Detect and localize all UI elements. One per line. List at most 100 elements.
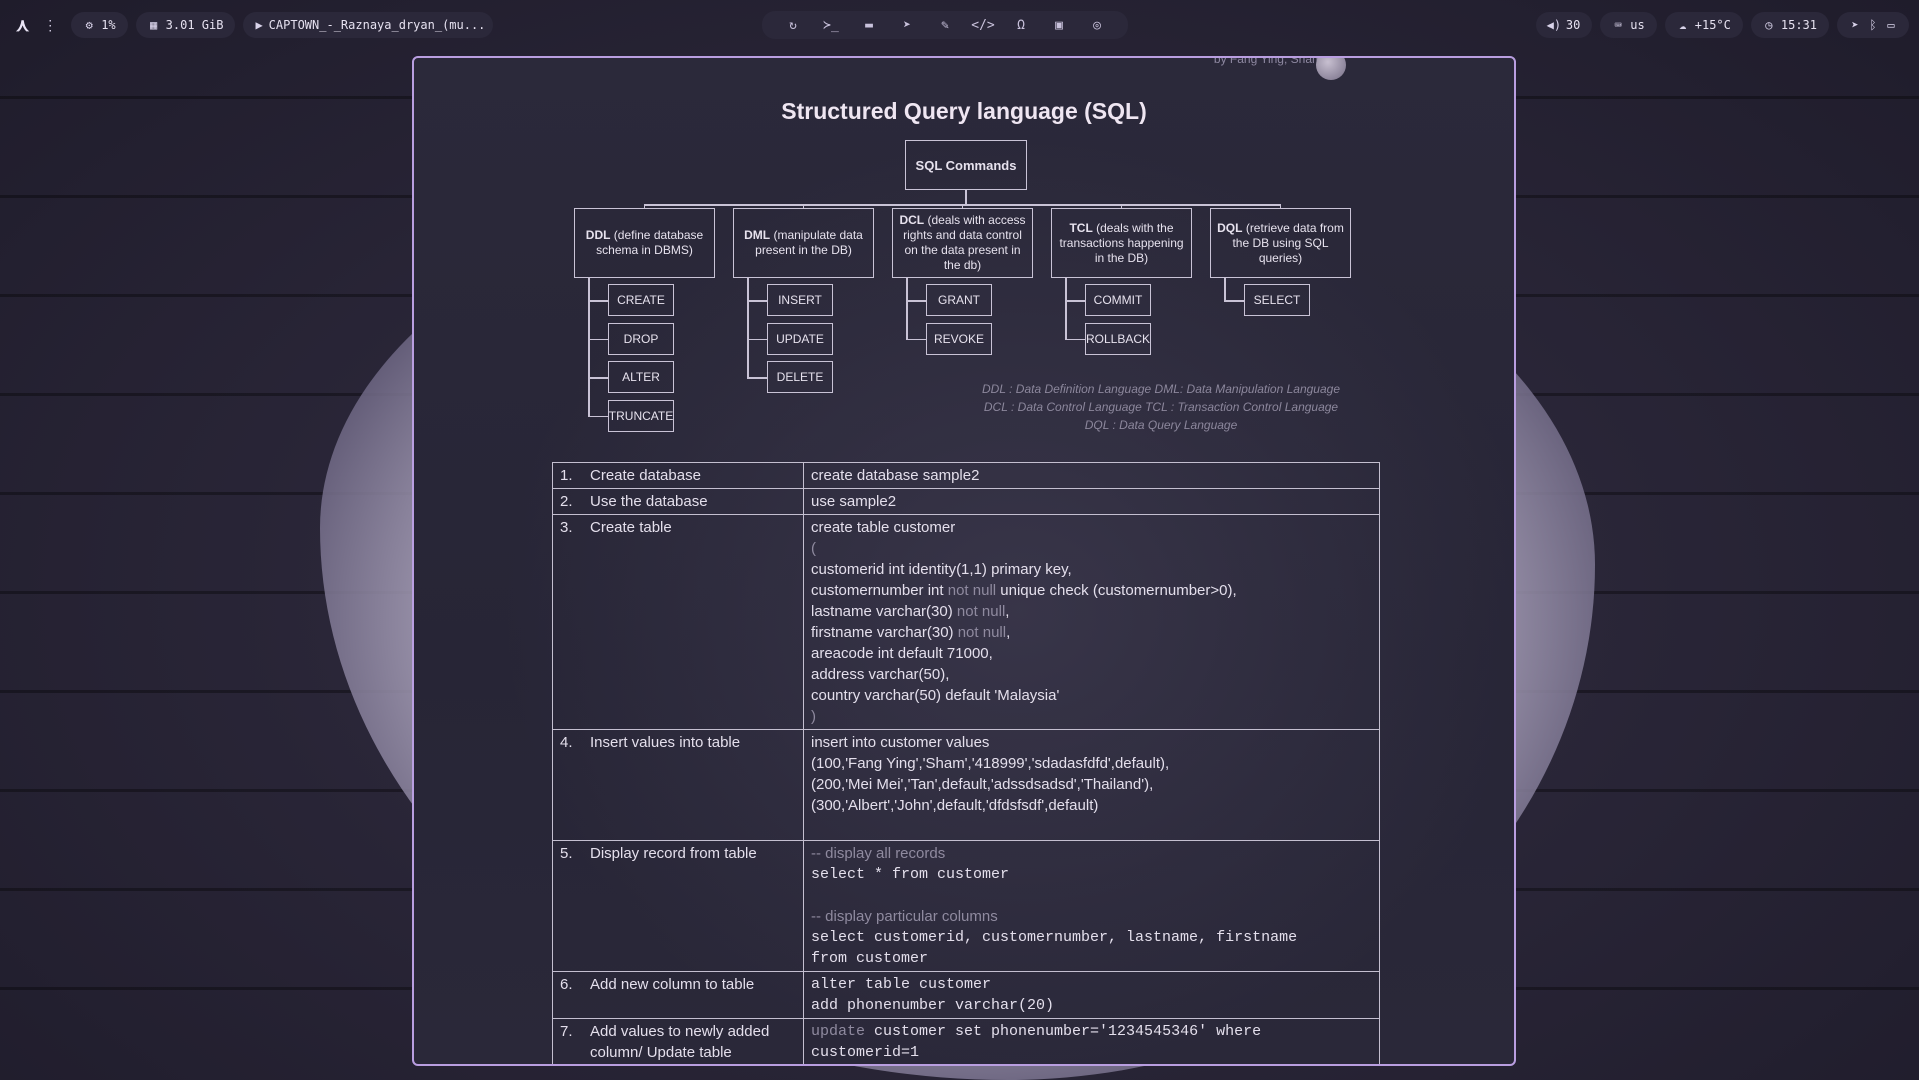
sql-line: customerid int identity(1,1) primary key… [811, 561, 1072, 578]
sql-line: -- display particular columns [811, 908, 998, 925]
step-label: Use the database [590, 493, 708, 510]
sql-line: use sample2 [811, 493, 897, 510]
refresh-icon[interactable]: ↻ [782, 14, 804, 36]
bluetooth-icon[interactable]: ᛒ [1867, 18, 1879, 32]
weather-widget[interactable]: ☁ +15°C [1664, 12, 1743, 38]
sql-line: ) [811, 708, 816, 725]
tray-widget[interactable]: ➤ ᛒ ▭ [1837, 12, 1909, 38]
step-label: Insert values into table [590, 734, 741, 751]
sql-code-cell: -- display all records select * from cust… [803, 840, 1380, 972]
sql-line: alter table customer [811, 976, 992, 993]
cpu-widget[interactable]: ⚙ 1% [71, 12, 128, 38]
step-number: 4. [560, 734, 573, 751]
sql-line [811, 885, 1372, 906]
sql-line: (300,'Albert','John',default,'dfdsfsdf',… [811, 797, 1099, 814]
connector-line [906, 338, 926, 340]
sql-line: country varchar(50) default 'Malaysia' [811, 687, 1060, 704]
step-number: 7. [560, 1023, 573, 1040]
clock-widget[interactable]: ◷ 15:31 [1750, 12, 1829, 38]
sql-line: -- display all records [811, 845, 946, 862]
command-drop: DROP [608, 322, 674, 355]
folder-icon[interactable]: ▬ [858, 14, 880, 36]
step-label: Create table [590, 519, 672, 536]
step-number: 3. [560, 519, 573, 536]
panel-left: ⋏ ⋮ ⚙ 1% ▦ 3.01 GiB ▶ CAPTOWN_-_Raznaya_… [10, 8, 494, 42]
sql-line: create table customer [811, 519, 956, 536]
connector-line [747, 377, 767, 379]
step-number: 2. [560, 493, 573, 510]
step-label: Add values to newly added column/ Update… [590, 1023, 770, 1061]
command-commit: COMMIT [1085, 284, 1151, 316]
volume-icon: ◀) [1546, 18, 1562, 32]
code-icon[interactable]: </> [971, 14, 994, 36]
volume-level: 30 [1565, 18, 1581, 32]
sql-line: areacode int default 71000, [811, 645, 993, 662]
sql-line: select * from customer [811, 866, 1010, 883]
memory-icon: ▦ [150, 18, 158, 32]
headphones-icon[interactable]: Ω [1010, 14, 1032, 36]
connector-line [1065, 278, 1067, 339]
sql-keyword: not null [957, 624, 1007, 641]
volume-widget[interactable]: ◀) 30 [1535, 12, 1593, 38]
image-icon[interactable]: ▣ [1048, 14, 1070, 36]
menu-dots-icon[interactable]: ⋮ [43, 17, 63, 34]
sql-line: update customer set phonenumber='1234545… [811, 1023, 1262, 1040]
step-number: 5. [560, 845, 573, 862]
connector-line [1224, 278, 1226, 300]
sql-keyword: not null [947, 582, 997, 599]
sql-line: update customer set phonenumber='4555465… [811, 1063, 1372, 1064]
table-row: 2. Use the database use sample2 [552, 488, 1380, 515]
sql-line: ( [811, 540, 816, 557]
memory-widget[interactable]: ▦ 3.01 GiB [135, 12, 236, 38]
sql-line: (100,'Fang Ying','Sham','418999','sdadas… [811, 755, 1170, 772]
legend-line: DQL : Data Query Language [1084, 418, 1238, 432]
clock-time: 15:31 [1780, 18, 1817, 32]
step-cell: 4. Insert values into table [552, 729, 804, 841]
command-truncate: TRUNCATE [608, 399, 674, 432]
terminal-icon[interactable]: ≻_ [820, 14, 842, 36]
table-row: 5. Display record from table -- display al… [552, 840, 1380, 972]
command-delete: DELETE [767, 361, 833, 393]
sql-code-cell: use sample2 [803, 488, 1380, 515]
play-icon: ▶ [255, 18, 263, 32]
step-cell: 6. Add new column to table [552, 971, 804, 1019]
connector-line [965, 190, 967, 204]
category-abbr: TCL [1069, 220, 1093, 235]
command-revoke: REVOKE [926, 322, 992, 355]
brush-icon[interactable]: ✎ [934, 14, 956, 36]
category-text: DQL (retrieve data from the DB using SQL… [1215, 221, 1346, 266]
connector-line [747, 278, 749, 377]
command-create: CREATE [608, 284, 674, 316]
sql-line: customernumber int not null unique check… [811, 582, 1237, 599]
category-abbr: DQL [1217, 220, 1243, 235]
document-viewer[interactable]: by Fang Ying, Sham Structured Query lang… [412, 56, 1516, 1066]
sql-code-cell: update customer set phonenumber='1234545… [803, 1018, 1380, 1064]
step-number: 1. [560, 467, 573, 484]
step-cell: 2. Use the database [552, 488, 804, 515]
media-widget[interactable]: ▶ CAPTOWN_-_Raznaya_dryan_(mu... [243, 12, 494, 38]
send-tray-icon[interactable]: ➤ [1849, 18, 1861, 32]
sql-code-cell: create database sample2 [803, 462, 1380, 489]
send-icon[interactable]: ➤ [896, 14, 918, 36]
legend-line: DCL : Data Control Language TCL : Transa… [983, 400, 1339, 414]
category-text: DML (manipulate data present in the DB) [738, 228, 869, 258]
sql-keyword: not null [956, 603, 1006, 620]
connector-line [747, 300, 767, 302]
sql-line: create database sample2 [811, 467, 980, 484]
arch-logo-icon[interactable]: ⋏ [10, 15, 35, 36]
keyboard-widget[interactable]: ⌨ us [1600, 12, 1657, 38]
connector-line [906, 278, 908, 339]
monitor-icon[interactable]: ▭ [1885, 18, 1897, 32]
sql-line: (200,'Mei Mei','Tan',default,'adssdsadsd… [811, 776, 1154, 793]
connector-line [588, 377, 608, 379]
sql-code-cell: insert into customer values (100,'Fang Yi… [803, 729, 1380, 841]
connector-line [1065, 300, 1085, 302]
table-row: 3. Create table create table customer ( cust… [552, 514, 1380, 730]
clock-icon: ◷ [1765, 18, 1773, 32]
media-title: CAPTOWN_-_Raznaya_dryan_(mu... [268, 18, 486, 32]
step-label: Display record from table [590, 845, 757, 862]
category-node-dml: DML (manipulate data present in the DB) [733, 208, 874, 278]
circle-icon[interactable]: ◎ [1086, 14, 1108, 36]
weather-temp: +15°C [1694, 18, 1731, 32]
cpu-usage: 1% [101, 18, 116, 32]
